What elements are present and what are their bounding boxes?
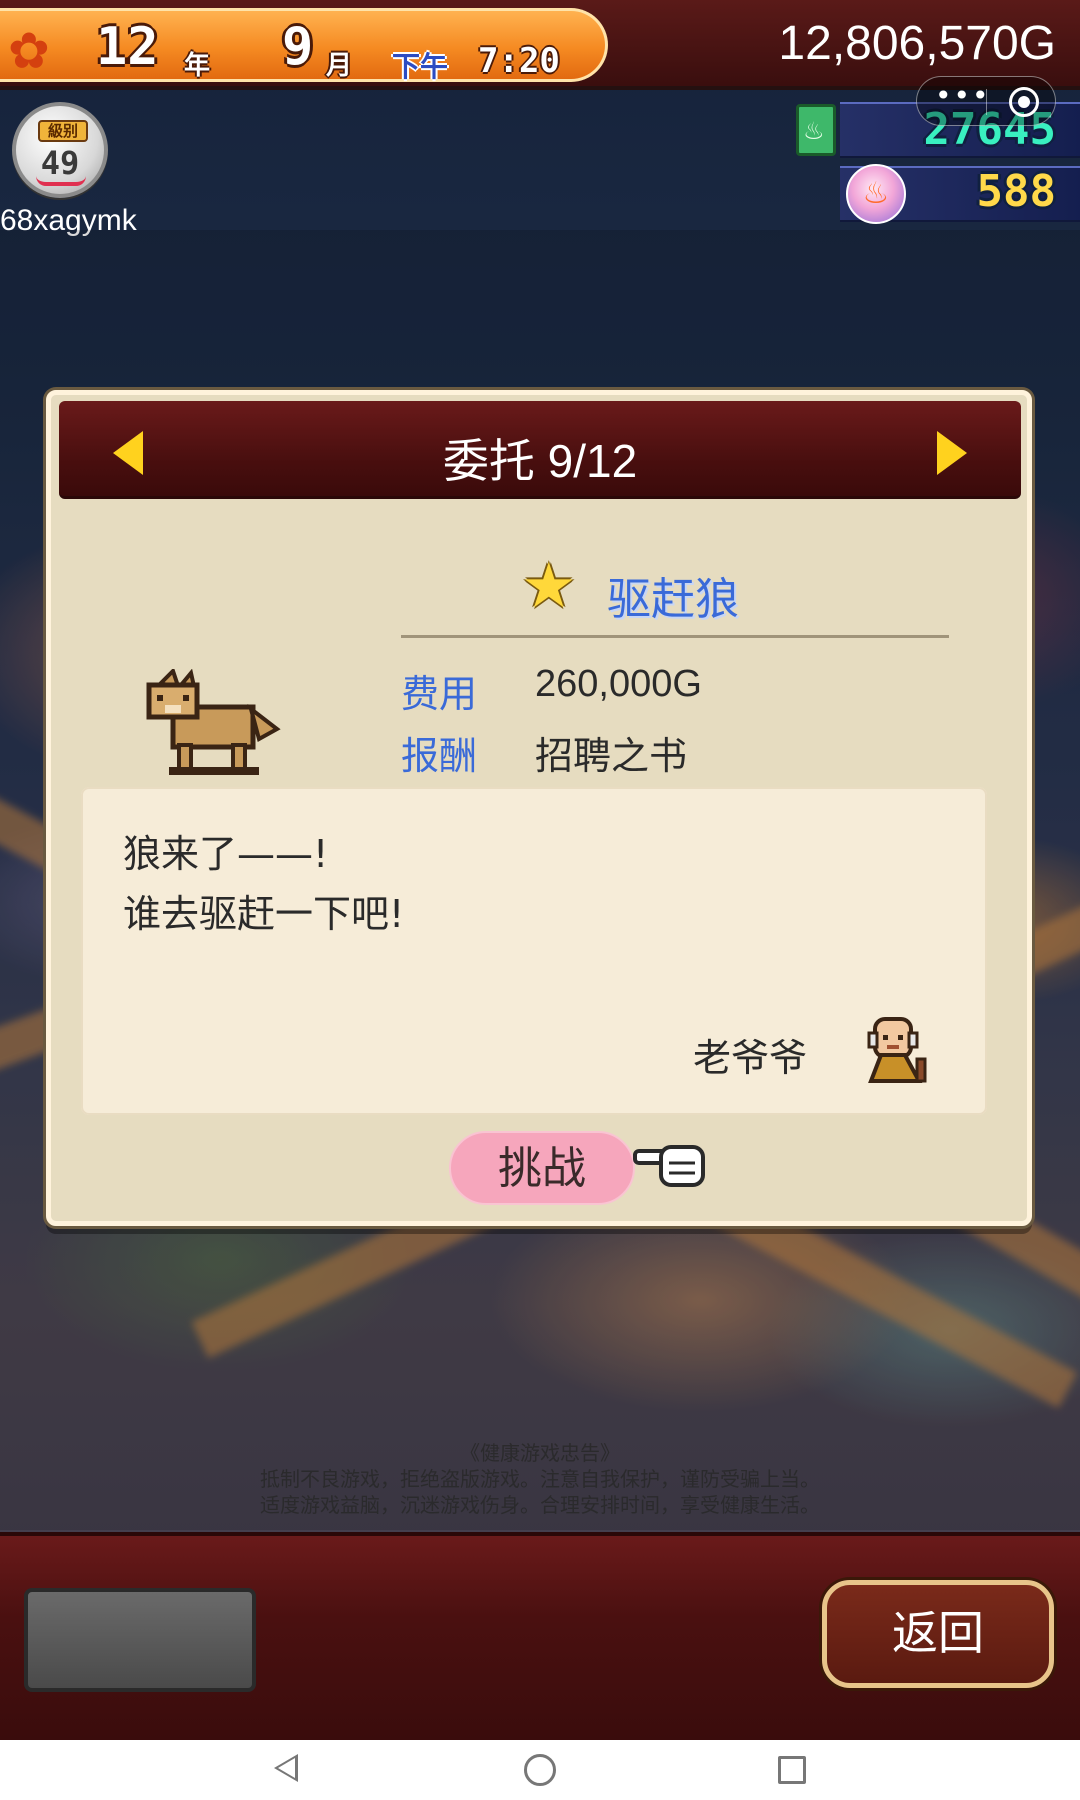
nav-recent-apps-icon[interactable] <box>778 1756 806 1784</box>
month-value: 9 <box>282 17 314 77</box>
quest-name: 驱赶狼 <box>607 574 739 625</box>
message-line: 狼来了——! <box>123 832 329 876</box>
next-request-arrow-icon[interactable] <box>937 431 967 475</box>
year-unit: 年 <box>184 51 211 81</box>
message-box: 狼来了——! 谁去驱赶一下吧! 老爷爷 <box>81 787 987 1115</box>
notice-title: 《健康游戏忠告》 <box>460 1441 620 1465</box>
top-status-bar: ✿ 12 年 9 月 下午 7:20 12,806,570G <box>0 0 1080 90</box>
dialog-header: 委托 9/12 <box>59 401 1021 499</box>
pointing-hand-icon <box>633 1145 705 1187</box>
sender-name: 老爷爷 <box>693 1036 808 1080</box>
notice-line: 适度游戏益脑，沉迷游戏伤身。合理安排时间，享受健康生活。 <box>260 1493 820 1517</box>
money-display: 12,806,570G <box>778 17 1056 70</box>
notice-line: 抵制不良游戏，拒绝盗版游戏。注意自我保护，谨防受骗上当。 <box>260 1467 820 1491</box>
wolf-icon <box>146 669 281 775</box>
star-icon: ★ <box>521 549 577 622</box>
level-label: 級别 <box>38 120 88 142</box>
hot-spring-count: 588 <box>976 166 1056 217</box>
bottom-bar: 返回 <box>0 1532 1080 1740</box>
year-value: 12 <box>96 17 159 77</box>
time-value: 7:20 <box>478 41 560 81</box>
month-unit: 月 <box>326 51 353 81</box>
date-display: ✿ 12 年 9 月 下午 7:20 <box>0 8 608 83</box>
reward-label: 报酬 <box>401 734 478 778</box>
dialog-title: 委托 9/12 <box>442 435 638 487</box>
level-progress-arc <box>36 176 86 186</box>
back-button[interactable]: 返回 <box>822 1580 1054 1688</box>
health-notice: 《健康游戏忠告》 抵制不良游戏，拒绝盗版游戏。注意自我保护，谨防受骗上当。 适度… <box>0 1440 1080 1518</box>
close-miniprogram-icon[interactable] <box>1009 87 1039 117</box>
book-icon <box>796 104 836 156</box>
message-line: 谁去驱赶一下吧! <box>123 892 405 936</box>
nav-home-icon[interactable] <box>524 1754 556 1786</box>
cost-label: 费用 <box>401 672 478 716</box>
nav-back-icon[interactable] <box>274 1754 298 1782</box>
challenge-button[interactable]: 挑战 <box>449 1131 635 1205</box>
period-label: 下午 <box>392 50 449 83</box>
hot-spring-icon: ♨ <box>846 164 906 224</box>
old-man-avatar-icon <box>867 1017 927 1083</box>
miniprogram-capsule: ••• <box>916 76 1056 126</box>
level-badge[interactable]: 級别 49 <box>12 102 108 198</box>
capsule-divider <box>986 89 987 115</box>
divider <box>401 635 949 638</box>
reward-value: 招聘之书 <box>535 736 688 778</box>
maple-leaf-icon: ✿ <box>8 22 50 80</box>
more-options-icon[interactable]: ••• <box>935 81 989 111</box>
empty-slot-button[interactable] <box>24 1588 256 1692</box>
system-navigation-bar <box>0 1740 1080 1800</box>
cost-value: 260,000G <box>535 663 702 705</box>
request-dialog: 委托 9/12 ★ 驱赶狼 费用 260,000G 报酬 招聘之书 狼来了——!… <box>46 390 1032 1226</box>
